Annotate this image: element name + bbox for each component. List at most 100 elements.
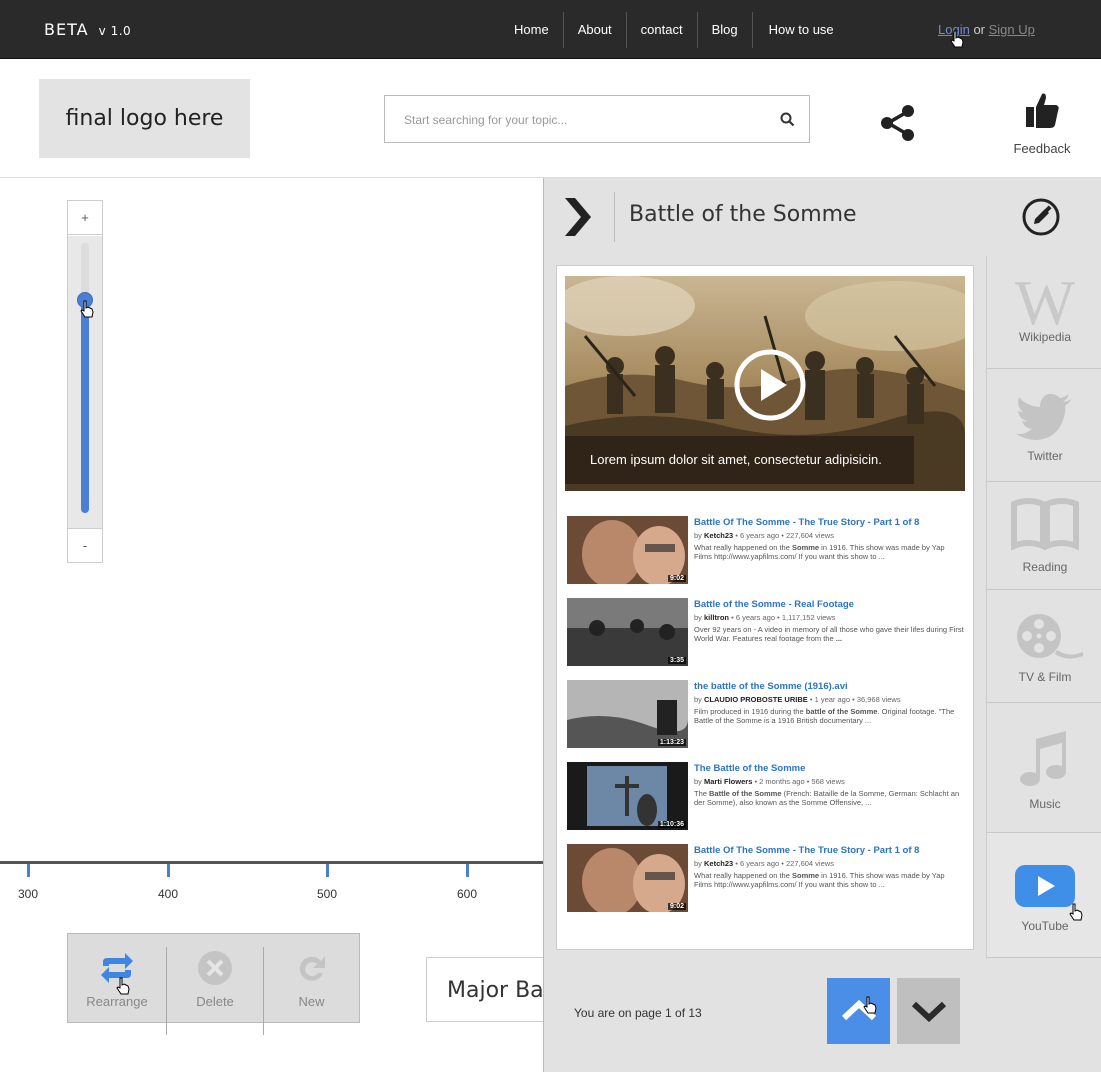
- nav-home[interactable]: Home: [500, 12, 564, 48]
- video-duration: 1:13:23: [657, 739, 686, 746]
- hand-cursor-icon: [80, 300, 94, 318]
- result-desc-text: What really happened on the: [694, 543, 792, 552]
- result-by: by: [694, 613, 702, 622]
- result-meta: by Ketch23 • 6 years ago • 227,604 views: [694, 531, 964, 540]
- result-title[interactable]: The Battle of the Somme: [694, 763, 964, 774]
- timeline-label: 500: [316, 887, 338, 901]
- tab-tv-film[interactable]: TV & Film: [987, 590, 1101, 703]
- nav-contact[interactable]: contact: [627, 12, 698, 48]
- auth-or: or: [973, 22, 985, 37]
- play-icon[interactable]: [733, 348, 807, 422]
- share-icon[interactable]: [879, 104, 917, 142]
- timeline-tick: [27, 864, 30, 877]
- twitter-bird-icon: [1016, 393, 1072, 440]
- video-duration: 1:10:36: [657, 821, 686, 828]
- list-item[interactable]: 9:02 Battle Of The Somme - The True Stor…: [567, 516, 967, 598]
- result-desc-text: Over 92 years on - A video in memory of …: [694, 625, 964, 643]
- main-nav: Home About contact Blog How to use: [500, 12, 848, 48]
- tab-youtube[interactable]: YouTube: [987, 833, 1101, 958]
- result-title[interactable]: Battle Of The Somme - The True Story - P…: [694, 845, 964, 856]
- delete-label: Delete: [196, 994, 234, 1009]
- video-duration: 9:02: [667, 575, 686, 582]
- list-item[interactable]: 1:13:23 the battle of the Somme (1916).a…: [567, 680, 967, 762]
- result-by: by: [694, 531, 702, 540]
- result-stats: • 2 months ago • 568 views: [754, 777, 845, 786]
- page-indicator: You are on page 1 of 13: [574, 1006, 702, 1020]
- new-button[interactable]: New: [264, 947, 359, 1035]
- timeline-tick: [326, 864, 329, 877]
- zoom-fill: [81, 299, 89, 513]
- logo-placeholder[interactable]: final logo here: [39, 79, 250, 158]
- wikipedia-icon: W: [1015, 274, 1076, 330]
- search-icon[interactable]: [780, 112, 795, 127]
- result-description: Film produced in 1916 during the battle …: [694, 707, 964, 725]
- svg-text:W: W: [1015, 274, 1076, 330]
- hand-cursor-icon: [116, 977, 130, 995]
- result-title[interactable]: the battle of the Somme (1916).avi: [694, 681, 964, 692]
- panel-title: Battle of the Somme: [629, 202, 857, 227]
- result-desc-highlight: battle of the Somme: [805, 707, 878, 716]
- open-book-icon: [1011, 498, 1079, 551]
- delete-button[interactable]: Delete: [167, 947, 264, 1035]
- zoom-track[interactable]: [68, 236, 102, 528]
- video-thumbnail[interactable]: 3:35: [567, 598, 688, 666]
- result-meta: by killtron • 6 years ago • 1,117,152 vi…: [694, 613, 964, 622]
- result-author[interactable]: killtron: [704, 613, 729, 622]
- nav-about[interactable]: About: [564, 12, 627, 48]
- timeline-tick: [167, 864, 170, 877]
- result-author[interactable]: Ketch23: [704, 859, 733, 868]
- page-down-button[interactable]: [897, 978, 960, 1044]
- zoom-out-button[interactable]: -: [68, 528, 102, 562]
- result-meta: by Ketch23 • 6 years ago • 227,604 views: [694, 859, 964, 868]
- result-desc-text: The: [694, 789, 710, 798]
- brand-name: BETA: [44, 20, 89, 39]
- page-up-button[interactable]: [827, 978, 890, 1044]
- result-info: The Battle of the Somme by Marti Flowers…: [694, 763, 964, 807]
- result-info: Battle Of The Somme - The True Story - P…: [694, 517, 964, 561]
- result-meta: by Marti Flowers • 2 months ago • 568 vi…: [694, 777, 964, 786]
- video-player[interactable]: Lorem ipsum dolor sit amet, consectetur …: [565, 276, 965, 491]
- list-item[interactable]: 3:35 Battle of the Somme - Real Footage …: [567, 598, 967, 680]
- result-description: What really happened on the Somme in 191…: [694, 871, 964, 889]
- result-title[interactable]: Battle of the Somme - Real Footage: [694, 599, 964, 610]
- video-duration: 9:02: [667, 903, 686, 910]
- result-by: by: [694, 777, 702, 786]
- signup-link[interactable]: Sign Up: [989, 22, 1035, 37]
- video-thumbnail[interactable]: 1:13:23: [567, 680, 688, 748]
- result-author[interactable]: CLAUDIO PROBOSTE URIBE: [704, 695, 808, 704]
- result-author[interactable]: Marti Flowers: [704, 777, 752, 786]
- video-thumbnail[interactable]: 9:02: [567, 516, 688, 584]
- result-info: Battle Of The Somme - The True Story - P…: [694, 845, 964, 889]
- nav-blog[interactable]: Blog: [698, 12, 753, 48]
- tab-tv-film-label: TV & Film: [1018, 670, 1072, 684]
- result-stats: • 1 year ago • 36,968 views: [809, 695, 901, 704]
- page-of: of: [675, 1006, 686, 1020]
- list-item[interactable]: 1:10:36 The Battle of the Somme by Marti…: [567, 762, 967, 844]
- result-author[interactable]: Ketch23: [704, 531, 733, 540]
- feedback-button[interactable]: Feedback: [1010, 90, 1074, 156]
- tab-reading[interactable]: Reading: [987, 482, 1101, 590]
- video-caption: Lorem ipsum dolor sit amet, consectetur …: [565, 436, 914, 484]
- result-description: Over 92 years on - A video in memory of …: [694, 625, 964, 643]
- result-stats: • 6 years ago • 227,604 views: [735, 859, 834, 868]
- brand[interactable]: BETA v 1.0: [44, 20, 131, 39]
- tab-music-label: Music: [1029, 797, 1061, 811]
- search-input[interactable]: [404, 110, 764, 130]
- detail-panel: Battle of the Somme Lorem ipsum dolor si…: [543, 178, 1101, 1072]
- zoom-control: + -: [67, 200, 103, 563]
- tab-twitter[interactable]: Twitter: [987, 369, 1101, 482]
- collapse-chevron-icon[interactable]: [561, 196, 593, 238]
- nav-how-to-use[interactable]: How to use: [753, 12, 848, 48]
- video-thumbnail[interactable]: 9:02: [567, 844, 688, 912]
- zoom-in-button[interactable]: +: [68, 201, 102, 235]
- hand-cursor-icon: [863, 996, 877, 1014]
- result-title[interactable]: Battle Of The Somme - The True Story - P…: [694, 517, 964, 528]
- video-thumbnail[interactable]: 1:10:36: [567, 762, 688, 830]
- panel-header: Battle of the Somme: [544, 178, 1101, 255]
- tab-wikipedia[interactable]: W Wikipedia: [987, 256, 1101, 369]
- youtube-play-icon: [1015, 865, 1075, 907]
- timeline-label: 600: [456, 887, 478, 901]
- tab-music[interactable]: Music: [987, 703, 1101, 833]
- edit-icon[interactable]: [1021, 197, 1061, 237]
- list-item[interactable]: 9:02 Battle Of The Somme - The True Stor…: [567, 844, 967, 926]
